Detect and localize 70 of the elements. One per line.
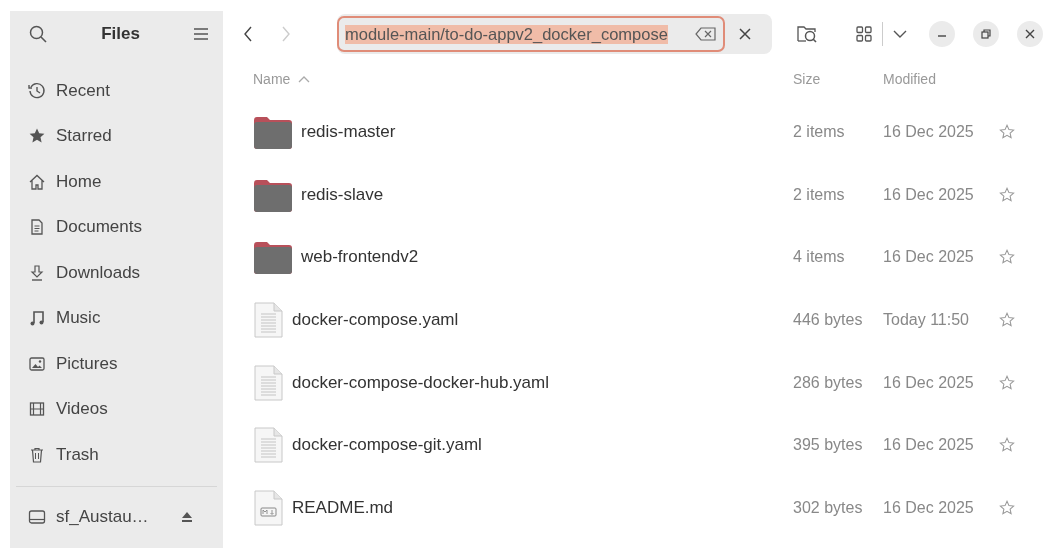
close-button[interactable] — [1017, 21, 1043, 47]
star-icon[interactable] — [999, 499, 1015, 516]
file-size: 2 items — [793, 185, 845, 203]
folder-search-icon[interactable] — [796, 24, 818, 44]
sidebar-item[interactable]: Music — [10, 295, 223, 341]
chevron-down-icon[interactable] — [893, 29, 907, 39]
file-size: 395 bytes — [793, 436, 863, 454]
star-icon[interactable] — [999, 124, 1015, 141]
file-name[interactable]: README.md — [292, 497, 394, 518]
drive-item[interactable]: sf_Austau… — [56, 506, 171, 527]
file-name[interactable]: redis-slave — [301, 184, 384, 205]
sidebar-item[interactable]: Starred — [10, 113, 223, 159]
home-icon — [28, 172, 46, 191]
file-name[interactable]: redis-master — [301, 122, 396, 143]
markdown-file-icon — [253, 489, 284, 526]
file-size: 286 bytes — [793, 373, 863, 391]
eject-icon[interactable] — [181, 510, 193, 523]
search-icon[interactable] — [28, 24, 48, 44]
film-icon — [28, 400, 46, 419]
file-name[interactable]: docker-compose.yaml — [292, 310, 459, 331]
file-size: 2 items — [793, 123, 845, 141]
grid-view-icon[interactable] — [856, 26, 872, 42]
file-size: 446 bytes — [793, 311, 863, 329]
sidebar-item[interactable]: Downloads — [10, 250, 223, 296]
download-icon — [28, 263, 46, 282]
star-icon[interactable] — [999, 374, 1015, 391]
text-file-icon — [253, 364, 284, 401]
file-size: 4 items — [793, 248, 845, 266]
folder-icon — [253, 114, 293, 151]
close-icon[interactable] — [739, 28, 751, 40]
folder-icon — [253, 239, 293, 276]
file-name[interactable]: docker-compose-docker-hub.yaml — [292, 372, 549, 393]
modified-date: Today 11:50 — [883, 311, 969, 329]
star-icon[interactable] — [999, 312, 1015, 329]
backspace-icon[interactable] — [695, 26, 717, 42]
sort-ascending-icon[interactable] — [298, 75, 311, 83]
modified-date: 16 Dec 2025 — [883, 498, 974, 516]
modified-date: 16 Dec 2025 — [883, 185, 974, 203]
restore-icon — [981, 29, 991, 39]
restore-button[interactable] — [973, 21, 999, 47]
sidebar-item[interactable]: Recent — [10, 68, 223, 114]
modified-date: 16 Dec 2025 — [883, 373, 974, 391]
star-icon[interactable] — [999, 249, 1015, 266]
star-icon[interactable] — [999, 186, 1015, 203]
app-title: Files — [101, 24, 140, 44]
drive-icon — [28, 507, 46, 526]
trash-icon — [28, 445, 46, 464]
sidebar-item[interactable]: Home — [10, 159, 223, 205]
minimize-button[interactable] — [929, 21, 955, 47]
back-icon[interactable] — [243, 25, 253, 43]
text-file-icon — [253, 302, 284, 339]
sidebar-item[interactable]: Pictures — [10, 341, 223, 387]
sidebar-item[interactable]: Trash — [10, 432, 223, 478]
close-icon — [1025, 29, 1035, 39]
modified-date: 16 Dec 2025 — [883, 436, 974, 454]
document-icon — [28, 218, 46, 237]
menu-icon[interactable] — [193, 27, 209, 41]
star-icon[interactable] — [999, 437, 1015, 454]
file-name[interactable]: docker-compose-git.yaml — [292, 435, 482, 456]
modified-date: 16 Dec 2025 — [883, 248, 974, 266]
location-field[interactable]: module-main/to-do-appv2_docker_compose — [337, 16, 725, 52]
clock-icon — [28, 81, 46, 100]
sidebar-item[interactable]: Videos — [10, 386, 223, 432]
text-file-icon — [253, 427, 284, 464]
music-icon — [28, 309, 46, 328]
picture-icon — [28, 354, 46, 373]
file-size: 302 bytes — [793, 498, 863, 516]
file-name[interactable]: web-frontendv2 — [301, 247, 419, 268]
sidebar-item[interactable]: Documents — [10, 204, 223, 250]
modified-date: 16 Dec 2025 — [883, 123, 974, 141]
